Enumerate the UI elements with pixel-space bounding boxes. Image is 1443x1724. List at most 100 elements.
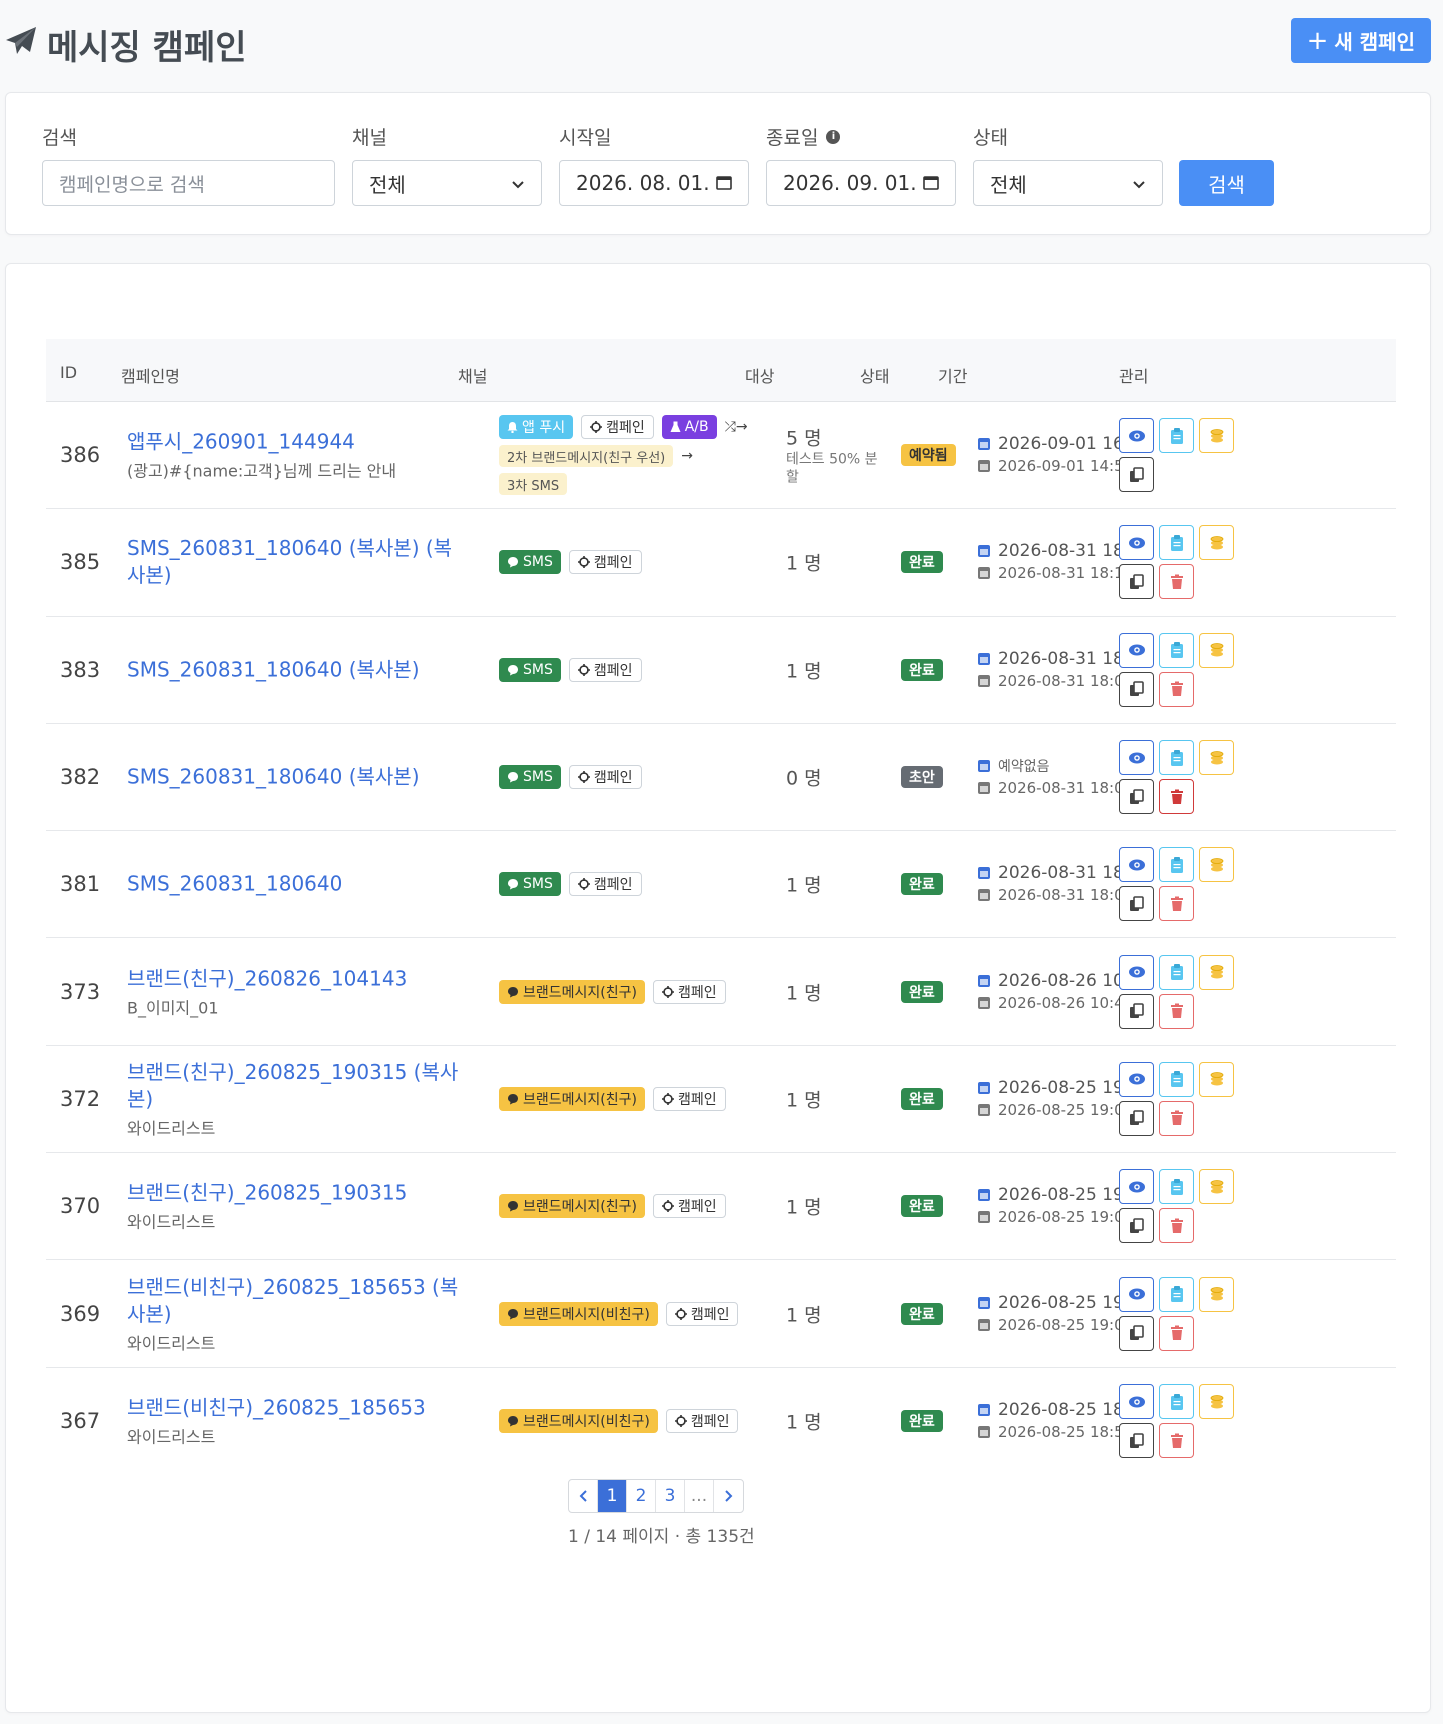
duplicate-button[interactable] <box>1119 1100 1154 1136</box>
header-status: 상태 <box>860 367 890 386</box>
view-button[interactable] <box>1119 740 1154 776</box>
target-icon <box>577 663 590 676</box>
prev-page-button[interactable] <box>569 1480 598 1512</box>
campaign-badge-label: 캠페인 <box>593 555 633 572</box>
view-button[interactable] <box>1119 525 1154 561</box>
report-button[interactable] <box>1159 847 1194 883</box>
brand-message-badge: 브랜드메시지(친구) <box>499 979 645 1004</box>
duplicate-button[interactable] <box>1119 1208 1154 1244</box>
copy-icon <box>1129 788 1145 805</box>
next-page-button[interactable] <box>714 1480 743 1512</box>
cost-button[interactable] <box>1199 847 1234 883</box>
brand-message-label: 브랜드메시지(친구) <box>523 1199 637 1216</box>
report-button[interactable] <box>1159 1276 1194 1312</box>
campaign-name-link[interactable]: 브랜드(친구)_260825_190315 (복사본) <box>127 1059 467 1113</box>
sms-badge: SMS <box>499 765 561 790</box>
duplicate-button[interactable] <box>1119 1315 1154 1351</box>
campaign-badge-label: 캠페인 <box>593 662 633 679</box>
report-button[interactable] <box>1159 1061 1194 1097</box>
campaign-name-link[interactable]: SMS_260831_180640 <box>127 871 467 898</box>
page-2-button[interactable]: 2 <box>627 1480 656 1512</box>
clipboard-icon <box>1170 963 1184 981</box>
duplicate-button[interactable] <box>1119 457 1154 493</box>
brand-message-badge: 브랜드메시지(비친구) <box>499 1409 658 1434</box>
report-button[interactable] <box>1159 418 1194 454</box>
campaign-name-link[interactable]: 브랜드(비친구)_260825_185653 <box>127 1395 467 1422</box>
page-3-button[interactable]: 3 <box>656 1480 685 1512</box>
end-date-value: 2026. 09. 01. <box>783 171 917 195</box>
report-button[interactable] <box>1159 1169 1194 1205</box>
page-1-button[interactable]: 1 <box>598 1480 627 1512</box>
duplicate-button[interactable] <box>1119 564 1154 600</box>
cost-button[interactable] <box>1199 525 1234 561</box>
delete-button[interactable] <box>1159 564 1194 600</box>
view-button[interactable] <box>1119 1384 1154 1420</box>
status-badge: 완료 <box>901 1087 943 1110</box>
campaign-name-link[interactable]: SMS_260831_180640 (복사본) (복사본) <box>127 535 467 589</box>
new-campaign-button[interactable]: + 새 캠페인 <box>1290 18 1431 63</box>
header-period: 기간 <box>938 367 968 386</box>
delete-button[interactable] <box>1159 886 1194 922</box>
cost-button[interactable] <box>1199 740 1234 776</box>
view-button[interactable] <box>1119 954 1154 990</box>
duplicate-button[interactable] <box>1119 993 1154 1029</box>
campaign-name-link[interactable]: 브랜드(친구)_260826_104143 <box>127 965 467 992</box>
search-input[interactable]: 캠페인명으로 검색 <box>42 160 335 206</box>
view-button[interactable] <box>1119 1169 1154 1205</box>
cost-button[interactable] <box>1199 632 1234 668</box>
table-row: 383 SMS_260831_180640 (복사본) SMS 캠페인 1 명 완… <box>46 617 1396 724</box>
view-button[interactable] <box>1119 1061 1154 1097</box>
coins-icon <box>1208 428 1226 444</box>
campaign-table-card: ID 캠페인명 채널 대상 상태 기간 관리 386 앱푸시_260901_14… <box>5 263 1431 1713</box>
trash-icon <box>1170 789 1184 805</box>
coins-icon <box>1208 642 1226 658</box>
view-button[interactable] <box>1119 847 1154 883</box>
eye-icon <box>1128 1180 1146 1194</box>
campaign-name-link[interactable]: SMS_260831_180640 (복사본) <box>127 764 467 791</box>
report-button[interactable] <box>1159 954 1194 990</box>
campaign-name-link[interactable]: 앱푸시_260901_144944 <box>127 429 467 456</box>
duplicate-button[interactable] <box>1119 886 1154 922</box>
calendar-icon <box>978 760 990 773</box>
copy-icon <box>1129 1003 1145 1019</box>
start-date-input[interactable]: 2026. 08. 01. <box>559 160 749 206</box>
cost-button[interactable] <box>1199 1276 1234 1312</box>
created-date-text: 2026-08-31 18:07 <box>998 886 1134 905</box>
search-button[interactable]: 검색 <box>1179 160 1274 206</box>
cost-button[interactable] <box>1199 954 1234 990</box>
header-manage: 관리 <box>1119 367 1149 386</box>
info-icon[interactable]: i <box>826 129 841 144</box>
view-button[interactable] <box>1119 632 1154 668</box>
campaign-name-link[interactable]: SMS_260831_180640 (복사본) <box>127 656 467 683</box>
channel-select[interactable]: 전체 <box>352 160 542 206</box>
status-select[interactable]: 전체 <box>973 160 1163 206</box>
brand-message-label: 브랜드메시지(친구) <box>523 1091 637 1108</box>
duplicate-button[interactable] <box>1119 779 1154 815</box>
delete-button[interactable] <box>1159 1100 1194 1136</box>
clipboard-icon <box>1170 1393 1184 1411</box>
delete-button[interactable] <box>1159 1315 1194 1351</box>
delete-button[interactable] <box>1159 993 1194 1029</box>
cost-button[interactable] <box>1199 418 1234 454</box>
report-button[interactable] <box>1159 632 1194 668</box>
campaign-name-cell: 브랜드(친구)_260825_190315 와이드리스트 <box>127 1180 467 1233</box>
campaign-name-link[interactable]: 브랜드(비친구)_260825_185653 (복사본) <box>127 1274 467 1328</box>
view-button[interactable] <box>1119 418 1154 454</box>
report-button[interactable] <box>1159 1384 1194 1420</box>
created-date-text: 2026-08-25 18:57 <box>998 1423 1134 1442</box>
delete-button[interactable] <box>1159 1423 1194 1459</box>
campaign-name-link[interactable]: 브랜드(친구)_260825_190315 <box>127 1180 467 1207</box>
delete-button[interactable] <box>1159 671 1194 707</box>
report-button[interactable] <box>1159 740 1194 776</box>
target-count: 1 명 <box>786 982 822 1005</box>
duplicate-button[interactable] <box>1119 671 1154 707</box>
delete-button[interactable] <box>1159 1208 1194 1244</box>
end-date-input[interactable]: 2026. 09. 01. <box>766 160 956 206</box>
report-button[interactable] <box>1159 525 1194 561</box>
cost-button[interactable] <box>1199 1384 1234 1420</box>
delete-button[interactable] <box>1159 779 1194 815</box>
cost-button[interactable] <box>1199 1061 1234 1097</box>
view-button[interactable] <box>1119 1276 1154 1312</box>
duplicate-button[interactable] <box>1119 1423 1154 1459</box>
cost-button[interactable] <box>1199 1169 1234 1205</box>
